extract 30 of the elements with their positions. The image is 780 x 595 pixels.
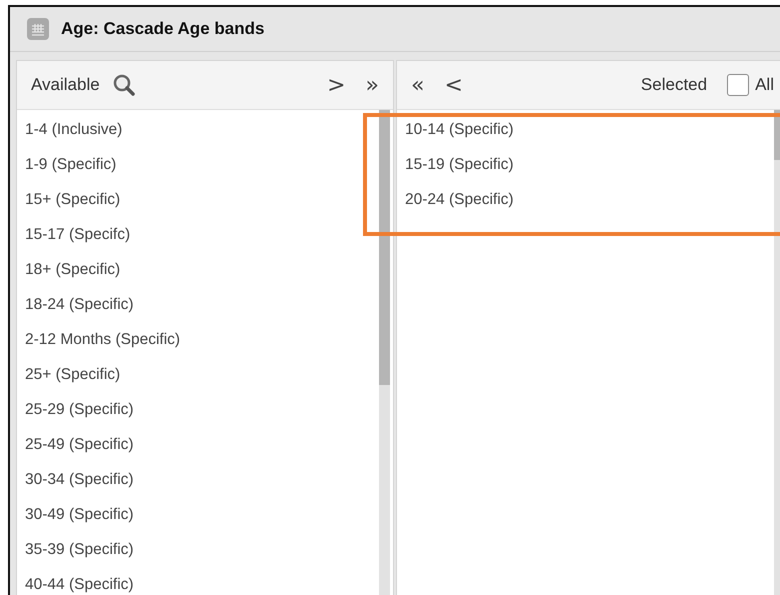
all-label: All: [755, 75, 774, 95]
list-item[interactable]: 15-17 (Specifc): [17, 217, 379, 252]
scrollbar-thumb[interactable]: [379, 110, 390, 385]
checkbox[interactable]: [727, 74, 750, 96]
window-title: Age: Cascade Age bands: [61, 19, 264, 39]
list-item[interactable]: 1-4 (Inclusive): [17, 112, 379, 147]
list-item[interactable]: 25-29 (Specific): [17, 392, 379, 427]
grid-icon: [27, 18, 49, 40]
remove-all-button[interactable]: «: [407, 72, 428, 98]
list-item[interactable]: 30-49 (Specific): [17, 497, 379, 532]
list-item[interactable]: 40-44 (Specific): [17, 567, 379, 595]
remove-button[interactable]: <: [440, 72, 467, 98]
list-item[interactable]: 1-9 (Specific): [17, 147, 379, 182]
list-item[interactable]: 18+ (Specific): [17, 252, 379, 287]
scrollbar-thumb[interactable]: [774, 110, 780, 160]
list-item[interactable]: 15-19 (Specific): [397, 147, 774, 182]
list-item[interactable]: 18-24 (Specific): [17, 287, 379, 322]
move-all-right-button[interactable]: »: [362, 72, 383, 98]
search-icon[interactable]: [112, 73, 136, 97]
list-item[interactable]: 30-34 (Specific): [17, 462, 379, 497]
move-right-button[interactable]: >: [323, 72, 350, 98]
selected-label: Selected: [640, 75, 708, 95]
available-label: Available: [31, 75, 100, 95]
list-item[interactable]: 20-24 (Specific): [397, 182, 774, 217]
list-item[interactable]: 25+ (Specific): [17, 357, 379, 392]
list-item[interactable]: 35-39 (Specific): [17, 532, 379, 567]
list-item[interactable]: 2-12 Months (Specific): [17, 322, 379, 357]
list-item[interactable]: 10-14 (Specific): [397, 112, 774, 147]
list-item[interactable]: 15+ (Specific): [17, 182, 379, 217]
list-item[interactable]: 25-49 (Specific): [17, 427, 379, 462]
